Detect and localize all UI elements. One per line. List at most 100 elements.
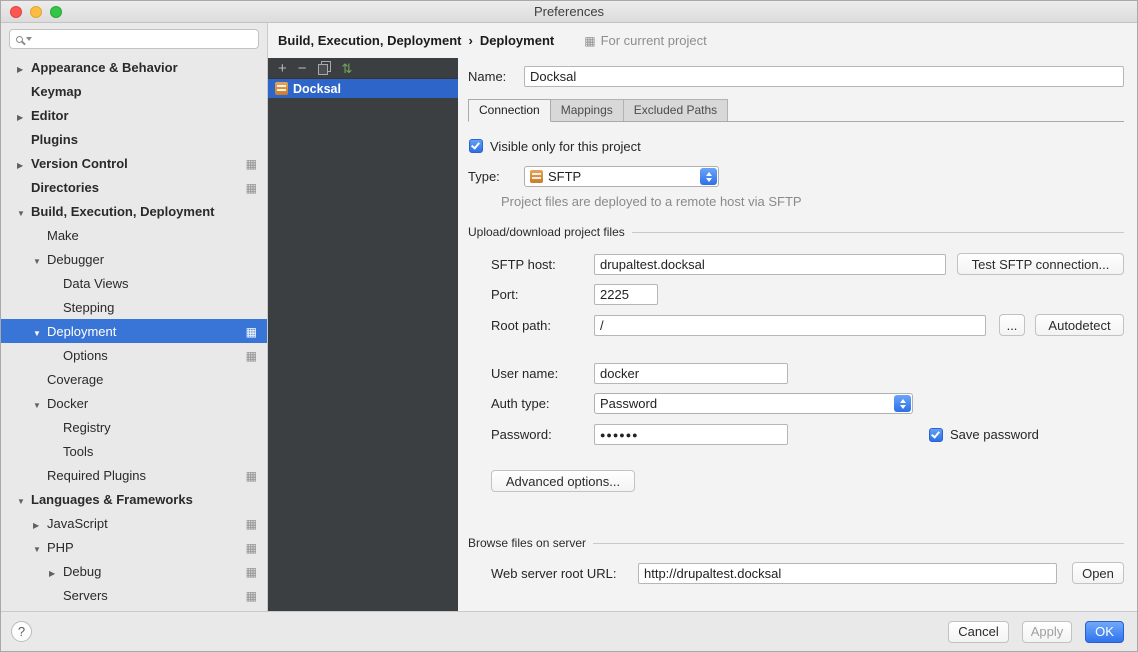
breadcrumb: Build, Execution, Deployment › Deploymen… [268,23,1137,58]
per-project-icon [246,156,257,171]
stepper-icon[interactable] [700,168,717,185]
sidebar-item-debugger[interactable]: Debugger [1,247,267,271]
chevron-right-icon[interactable] [17,156,31,171]
breadcrumb-separator: › [468,33,472,48]
per-project-icon [246,348,257,363]
sidebar-item-servers[interactable]: Servers [1,583,267,607]
sidebar-item-options[interactable]: Options [1,343,267,367]
scope-label: For current project [601,33,707,48]
section-divider [632,232,1124,233]
ok-button[interactable]: OK [1085,621,1124,643]
chevron-down-icon[interactable] [17,492,31,507]
auth-type-value: Password [600,396,657,411]
chevron-right-icon[interactable] [17,108,31,123]
sidebar-item-debug[interactable]: Debug [1,559,267,583]
visible-only-label: Visible only for this project [490,139,641,154]
sidebar-item-docker[interactable]: Docker [1,391,267,415]
chevron-right-icon[interactable] [49,564,63,579]
copy-icon[interactable] [318,61,331,75]
password-input[interactable] [594,424,788,445]
sidebar-item-javascript[interactable]: JavaScript [1,511,267,535]
auth-type-label: Auth type: [491,396,594,411]
port-input[interactable] [594,284,658,305]
web-root-input[interactable] [638,563,1057,584]
sidebar-item-keymap[interactable]: Keymap [1,79,267,103]
sidebar-item-languages-frameworks[interactable]: Languages & Frameworks [1,487,267,511]
sidebar-item-build-execution-deployment[interactable]: Build, Execution, Deployment [1,199,267,223]
sidebar-item-coverage[interactable]: Coverage [1,367,267,391]
auth-type-select[interactable]: Password [594,393,913,414]
sidebar-item-make[interactable]: Make [1,223,267,247]
name-label: Name: [468,69,524,84]
per-project-icon [584,33,595,48]
settings-tabs: Connection Mappings Excluded Paths [468,99,1124,122]
type-select[interactable]: SFTP [524,166,719,187]
sidebar-item-directories[interactable]: Directories [1,175,267,199]
sidebar-item-deployment[interactable]: Deployment [1,319,267,343]
reorder-icon[interactable] [342,61,353,75]
autodetect-button[interactable]: Autodetect [1035,314,1124,336]
search-input[interactable] [9,29,259,49]
visible-only-checkbox[interactable]: Visible only for this project [469,139,641,154]
add-icon[interactable] [278,61,287,76]
port-label: Port: [491,287,594,302]
chevron-down-icon[interactable] [33,540,47,555]
tab-connection[interactable]: Connection [468,99,551,122]
advanced-options-button[interactable]: Advanced options... [491,470,635,492]
name-input[interactable] [524,66,1124,87]
sidebar-item-tools[interactable]: Tools [1,439,267,463]
test-connection-button[interactable]: Test SFTP connection... [957,253,1124,275]
server-list-toolbar [268,58,458,79]
traffic-lights [10,6,62,18]
sidebar-item-registry[interactable]: Registry [1,415,267,439]
root-path-label: Root path: [491,318,594,333]
close-button[interactable] [10,6,22,18]
sftp-server-icon [275,82,288,95]
remove-icon[interactable] [298,61,307,76]
checkbox-checked-icon [929,428,943,442]
password-label: Password: [491,427,594,442]
sidebar-item-php[interactable]: PHP [1,535,267,559]
type-hint: Project files are deployed to a remote h… [501,194,1124,209]
save-password-checkbox[interactable]: Save password [929,427,1039,442]
chevron-down-icon[interactable] [33,324,47,339]
sidebar-item-plugins[interactable]: Plugins [1,127,267,151]
minimize-button[interactable] [30,6,42,18]
tab-mappings[interactable]: Mappings [550,99,624,121]
zoom-button[interactable] [50,6,62,18]
sidebar-item-editor[interactable]: Editor [1,103,267,127]
sidebar-item-appearance-behavior[interactable]: Appearance & Behavior [1,55,267,79]
deployment-form: Name: Connection Mappings Excluded Paths… [458,58,1137,611]
sidebar-item-stepping[interactable]: Stepping [1,295,267,319]
breadcrumb-root[interactable]: Build, Execution, Deployment [278,33,461,48]
titlebar: Preferences [1,1,1137,23]
sidebar-item-required-plugins[interactable]: Required Plugins [1,463,267,487]
chevron-down-icon[interactable] [26,37,32,41]
user-name-input[interactable] [594,363,788,384]
chevron-down-icon[interactable] [33,252,47,267]
cancel-button[interactable]: Cancel [948,621,1009,643]
sidebar-item-data-views[interactable]: Data Views [1,271,267,295]
apply-button[interactable]: Apply [1022,621,1072,643]
chevron-down-icon[interactable] [17,204,31,219]
sftp-icon [530,170,543,183]
help-button[interactable]: ? [11,621,32,642]
sidebar-item-version-control[interactable]: Version Control [1,151,267,175]
settings-sidebar: Appearance & Behavior Keymap Editor Plug… [1,23,268,611]
root-path-input[interactable] [594,315,986,336]
tab-excluded-paths[interactable]: Excluded Paths [623,99,728,121]
chevron-right-icon[interactable] [17,60,31,75]
type-value: SFTP [548,169,581,184]
open-button[interactable]: Open [1072,562,1124,584]
per-project-icon [246,540,257,555]
breadcrumb-current: Deployment [480,33,554,48]
stepper-icon[interactable] [894,395,911,412]
chevron-down-icon[interactable] [33,396,47,411]
sftp-host-input[interactable] [594,254,946,275]
section-upload: Upload/download project files [468,225,1124,239]
browse-button[interactable]: ... [999,314,1025,336]
chevron-right-icon[interactable] [33,516,47,531]
scope-indicator: For current project [584,33,707,48]
server-list-item-docksal[interactable]: Docksal [268,79,458,98]
per-project-icon [246,564,257,579]
